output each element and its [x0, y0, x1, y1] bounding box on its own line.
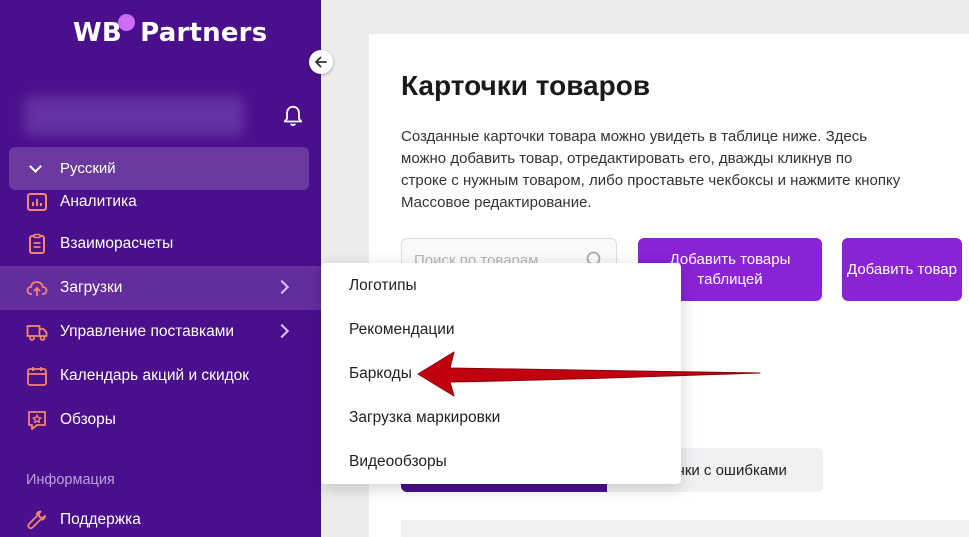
logo-partners-text: Partners [140, 18, 268, 48]
arrow-left-icon [315, 56, 327, 68]
calendar-icon [27, 367, 47, 386]
sidebar-item-settlements[interactable]: Взаиморасчеты [0, 222, 321, 266]
submenu-item-barcodes[interactable]: Баркоды [349, 365, 412, 383]
sidebar-item-support[interactable]: Поддержка [0, 498, 321, 537]
sidebar-item-label: Взаиморасчеты [60, 235, 174, 252]
wb-partners-logo[interactable]: WB Partners [73, 14, 268, 48]
bell-icon[interactable] [282, 104, 304, 128]
annotation-arrow [417, 351, 761, 397]
sidebar-item-label: Календарь акций и скидок [60, 367, 250, 384]
user-name-blurred [24, 96, 244, 136]
section-label-info: Информация [26, 472, 115, 488]
chevron-right-icon [274, 323, 290, 339]
submenu-item-video-reviews[interactable]: Видеообзоры [349, 453, 447, 471]
sidebar-item-label: Управление поставками [60, 323, 235, 340]
cloud-upload-icon [26, 281, 48, 296]
clipboard-icon [29, 233, 45, 254]
sidebar-item-supply-management[interactable]: Управление поставками [0, 310, 321, 354]
truck-icon [26, 325, 48, 341]
sidebar-item-label: Аналитика [60, 193, 137, 210]
chevron-down-icon [29, 159, 42, 173]
table-header-strip [401, 520, 969, 537]
page-title: Карточки товаров [401, 70, 651, 101]
star-icon [28, 411, 46, 430]
language-selector[interactable]: Русский [9, 147, 309, 190]
logo-dot [117, 14, 135, 31]
sidebar-item-label: Обзоры [60, 411, 116, 428]
sidebar-item-label: Поддержка [60, 511, 141, 528]
sidebar-item-promo-calendar[interactable]: Календарь акций и скидок [0, 354, 321, 398]
add-product-button[interactable]: Добавить товар [842, 238, 962, 301]
submenu-item-marking-upload[interactable]: Загрузка маркировки [349, 409, 500, 427]
submenu-item-logos[interactable]: Логотипы [349, 277, 417, 295]
chevron-right-icon [274, 279, 290, 295]
sidebar-item-reviews[interactable]: Обзоры [0, 398, 321, 442]
language-label: Русский [60, 160, 116, 177]
chart-icon [27, 193, 47, 211]
sidebar: WB Partners Аналитика Русский Взаиморасч… [0, 0, 321, 537]
submenu-item-recommendations[interactable]: Рекомендации [349, 321, 455, 339]
sidebar-item-label: Загрузки [60, 279, 123, 296]
sidebar-item-uploads[interactable]: Загрузки [0, 266, 321, 310]
wrench-icon [27, 510, 46, 530]
page-description: Созданные карточки товара можно увидеть … [401, 128, 901, 211]
collapse-sidebar-button[interactable] [309, 50, 333, 74]
logo-wb-text: WB [73, 18, 122, 48]
